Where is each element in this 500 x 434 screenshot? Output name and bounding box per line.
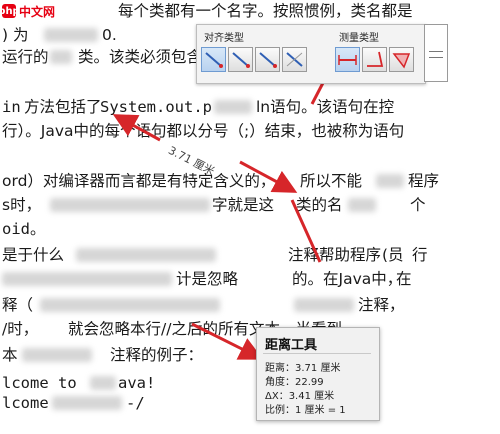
redacted-text [376, 174, 404, 188]
doc-line: 行 [412, 246, 428, 264]
redacted-text [44, 28, 98, 42]
redacted-text [40, 298, 220, 312]
doc-line: 方法包括了 [24, 98, 102, 116]
measure-distance-icon [338, 55, 357, 65]
doc-line: 计是忽略 [176, 270, 239, 288]
redacted-text [90, 376, 116, 390]
measure-area-button[interactable] [389, 47, 414, 72]
doc-line: ) 为 [2, 26, 29, 44]
doc-line: 个 [410, 196, 426, 214]
redacted-text [2, 272, 172, 286]
doc-line: 类。该类必须包含 [78, 48, 203, 66]
info-scale: 比例：1 厘米 = 1 [265, 405, 346, 416]
doc-line: /时， [2, 320, 39, 338]
redacted-text [50, 50, 72, 64]
doc-line: 程序 [408, 172, 440, 190]
doc-line: (员 [382, 246, 404, 264]
align-vertical-button[interactable] [255, 47, 280, 72]
doc-line: ava! [118, 374, 156, 392]
doc-line: lcome to [2, 374, 77, 392]
measure-distance-button[interactable] [335, 47, 360, 72]
doc-line: lcome [2, 394, 49, 412]
site-logo: php 中文网 [0, 2, 56, 20]
doc-line: 运行的 [2, 48, 49, 66]
redacted-text [214, 100, 252, 114]
measure-type-title: 测量类型 [339, 33, 379, 44]
doc-line: 类的名 [296, 196, 343, 214]
doc-line: 释（ [2, 296, 34, 314]
align-angle-icon [286, 52, 303, 67]
logo-text: 中文网 [19, 4, 56, 19]
redacted-text [76, 248, 216, 262]
info-delta-x: ΔX：3.41 厘米 [265, 391, 335, 402]
doc-line: ln语句。该语句在控 [256, 98, 395, 116]
doc-line: 是于什么 [2, 246, 65, 264]
doc-line: in [2, 98, 21, 116]
panel-collapse-handle[interactable] [424, 24, 448, 82]
doc-line: 在 [396, 270, 412, 288]
doc-line: System.out.p [100, 98, 212, 116]
doc-line: 的。在Java中， [292, 270, 403, 288]
measure-area-icon [392, 53, 411, 69]
doc-line: 注释帮助程序 [288, 246, 382, 264]
doc-line: 0. [102, 26, 117, 44]
info-divider [263, 353, 371, 354]
info-distance: 距离：3.71 厘米 [265, 363, 341, 374]
doc-line: 每个类都有一个名字。按照惯例，类名都是 [118, 2, 413, 20]
redacted-text [294, 298, 354, 312]
align-horizontal-icon [232, 52, 250, 68]
distance-tool-info: 距离工具 距离：3.71 厘米 角度：22.99 ΔX：3.41 厘米 比例：1… [256, 327, 380, 421]
redacted-text [22, 348, 92, 362]
grip-icon [429, 51, 443, 58]
redacted-text [50, 198, 210, 212]
align-horizontal-button[interactable] [228, 47, 253, 72]
doc-line: ord）对编译器而言都是有特定含义的， [2, 172, 276, 190]
info-angle: 角度：22.99 [265, 377, 324, 388]
align-free-button[interactable] [201, 47, 226, 72]
redacted-text [348, 198, 376, 212]
doc-line: 字就是这 [212, 196, 275, 214]
doc-line: oid。 [2, 220, 46, 238]
doc-line: 所以不能 [300, 172, 363, 190]
info-title: 距离工具 [265, 338, 318, 353]
logo-mark: php [0, 4, 20, 18]
align-angle-button[interactable] [282, 47, 307, 72]
align-type-title: 对齐类型 [204, 33, 244, 44]
measure-angle-icon [367, 51, 384, 67]
doc-line: -/ [126, 394, 145, 412]
measure-toolbar: 对齐类型 测量类型 [196, 24, 426, 84]
measure-angle-button[interactable] [362, 47, 387, 72]
redacted-text [52, 396, 122, 410]
doc-line: 本 [2, 346, 18, 364]
align-free-icon [205, 52, 223, 68]
doc-line: 注释的例子： [110, 346, 204, 364]
doc-line: 行）。Java中的每个语句都以分号（;）结束，也被称为语句 [2, 122, 405, 140]
doc-line: 注释， [358, 296, 405, 314]
doc-line: s时， [2, 196, 42, 214]
align-vertical-icon [259, 52, 277, 68]
